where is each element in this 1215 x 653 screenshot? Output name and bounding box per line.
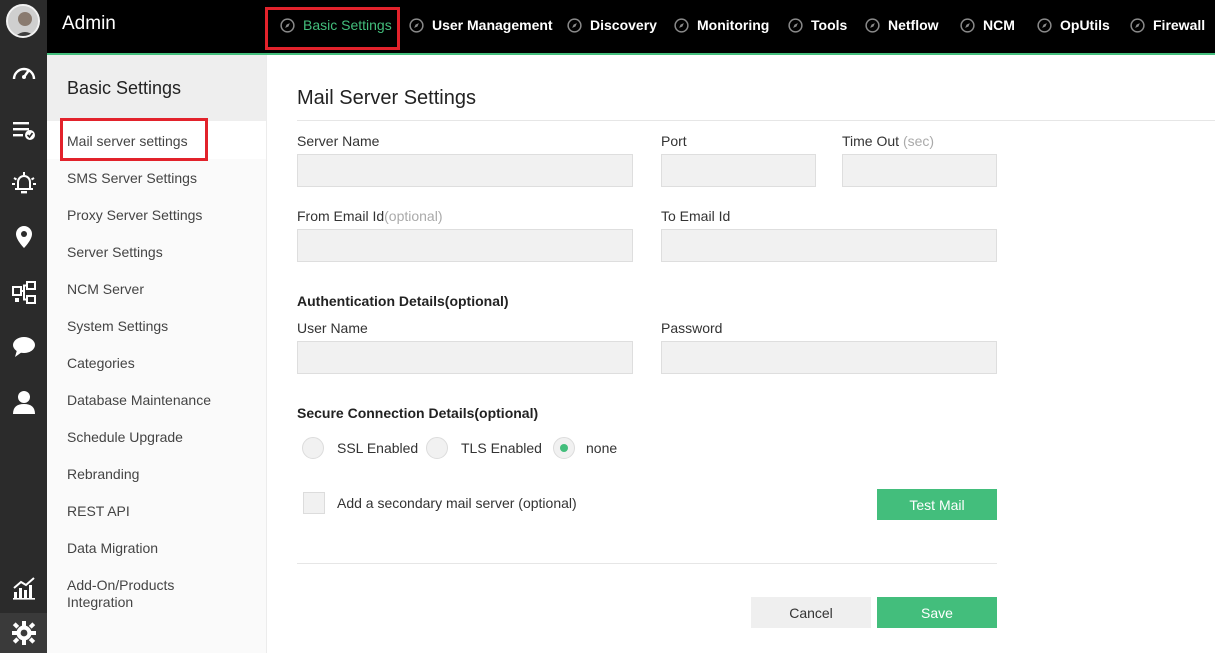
icon-rail	[0, 0, 47, 653]
cancel-button[interactable]: Cancel	[751, 597, 871, 628]
tab-netflow[interactable]: Netflow	[865, 15, 939, 35]
title-divider	[297, 120, 1215, 121]
tab-label: Tools	[811, 17, 848, 33]
timeout-label: Time Out (sec)	[842, 133, 934, 149]
server-name-input[interactable]	[297, 154, 633, 187]
sidebar-item-add-on-products-integration[interactable]: Add-On/Products Integration	[67, 577, 192, 611]
sidebar-item-ncm-server[interactable]: NCM Server	[67, 281, 247, 298]
save-button[interactable]: Save	[877, 597, 997, 628]
from-email-label: From Email Id(optional)	[297, 208, 443, 224]
tab-user-management[interactable]: User Management	[409, 15, 553, 35]
compass-icon	[1130, 17, 1145, 33]
username-input[interactable]	[297, 341, 633, 374]
to-email-input[interactable]	[661, 229, 997, 262]
from-email-label-text: From Email Id	[297, 208, 385, 224]
tab-label: User Management	[432, 17, 553, 33]
sidebar-item-server-settings[interactable]: Server Settings	[67, 244, 247, 261]
tab-label: Netflow	[888, 17, 939, 33]
test-mail-button[interactable]: Test Mail	[877, 489, 997, 520]
sidebar-item-rest-api[interactable]: REST API	[67, 503, 247, 520]
settings-sidebar: Basic Settings Mail server settings SMS …	[47, 55, 267, 653]
dashboard-gauge-icon[interactable]	[0, 54, 47, 94]
port-label: Port	[661, 133, 687, 149]
sidebar-header: Basic Settings	[47, 55, 266, 121]
ssl-enabled-radio[interactable]	[302, 437, 324, 459]
tab-label: OpUtils	[1060, 17, 1110, 33]
tab-label: Monitoring	[697, 17, 770, 33]
tab-tools[interactable]: Tools	[788, 15, 847, 35]
tab-label: Basic Settings	[303, 17, 392, 33]
timeout-label-text: Time Out	[842, 133, 900, 149]
from-email-hint: (optional)	[384, 208, 443, 224]
tab-monitoring[interactable]: Monitoring	[674, 15, 769, 35]
tab-label: Firewall	[1153, 17, 1206, 33]
tab-firewall[interactable]: Firewall	[1130, 15, 1205, 35]
none-label: none	[586, 440, 618, 456]
settings-gear-icon[interactable]	[0, 613, 47, 653]
tab-discovery[interactable]: Discovery	[567, 15, 657, 35]
inventory-list-icon[interactable]	[0, 110, 47, 150]
server-name-label: Server Name	[297, 133, 380, 149]
tab-oputils[interactable]: OpUtils	[1037, 15, 1110, 35]
compass-icon	[280, 17, 295, 33]
compass-icon	[567, 17, 582, 33]
password-label: Password	[661, 320, 723, 336]
to-email-label: To Email Id	[661, 208, 731, 224]
tab-label: NCM	[983, 17, 1015, 33]
user-icon[interactable]	[0, 382, 47, 422]
sidebar-item-proxy-server-settings[interactable]: Proxy Server Settings	[67, 207, 247, 224]
compass-icon	[1037, 17, 1052, 33]
password-input[interactable]	[661, 341, 997, 374]
timeout-unit: (sec)	[902, 133, 935, 149]
user-avatar[interactable]	[6, 4, 40, 38]
none-radio[interactable]	[553, 437, 575, 459]
ssl-enabled-label: SSL Enabled	[337, 440, 419, 456]
network-topology-icon[interactable]	[0, 273, 47, 313]
sidebar-item-mail-server-settings[interactable]: Mail server settings	[67, 133, 247, 150]
alarms-bell-icon[interactable]	[0, 163, 47, 203]
compass-icon	[674, 17, 689, 33]
sidebar-item-schedule-upgrade[interactable]: Schedule Upgrade	[67, 429, 247, 446]
compass-icon	[960, 17, 975, 33]
top-navigation-bar: Admin Basic Settings User Management Dis…	[47, 0, 1215, 53]
tls-enabled-label: TLS Enabled	[461, 440, 542, 456]
compass-icon	[788, 17, 803, 33]
tls-enabled-radio[interactable]	[426, 437, 448, 459]
reports-chart-icon[interactable]	[0, 568, 47, 608]
auth-section-heading: Authentication Details(optional)	[297, 293, 509, 309]
app-title: Admin	[62, 13, 116, 34]
secondary-mail-server-checkbox[interactable]	[303, 492, 325, 514]
sidebar-item-database-maintenance[interactable]: Database Maintenance	[67, 392, 247, 409]
maps-pin-icon[interactable]	[0, 217, 47, 257]
sidebar-title: Basic Settings	[67, 77, 182, 98]
chat-icon[interactable]	[0, 327, 47, 367]
sidebar-item-system-settings[interactable]: System Settings	[67, 318, 247, 335]
actions-divider	[297, 563, 997, 564]
tab-ncm[interactable]: NCM	[960, 15, 1015, 35]
compass-icon	[409, 17, 424, 33]
port-input[interactable]	[661, 154, 816, 187]
timeout-input[interactable]	[842, 154, 997, 187]
main-content: Mail Server Settings Server Name Port Ti…	[267, 55, 1215, 653]
sidebar-item-data-migration[interactable]: Data Migration	[67, 540, 247, 557]
secondary-mail-server-label: Add a secondary mail server (optional)	[337, 495, 577, 511]
secure-section-heading: Secure Connection Details(optional)	[297, 405, 539, 421]
tab-basic-settings[interactable]: Basic Settings	[280, 15, 392, 35]
from-email-input[interactable]	[297, 229, 633, 262]
compass-icon	[865, 17, 880, 33]
sidebar-item-rebranding[interactable]: Rebranding	[67, 466, 247, 483]
sidebar-item-categories[interactable]: Categories	[67, 355, 247, 372]
tab-label: Discovery	[590, 17, 657, 33]
sidebar-item-sms-server-settings[interactable]: SMS Server Settings	[67, 170, 247, 187]
username-label: User Name	[297, 320, 368, 336]
page-title: Mail Server Settings	[297, 87, 476, 109]
